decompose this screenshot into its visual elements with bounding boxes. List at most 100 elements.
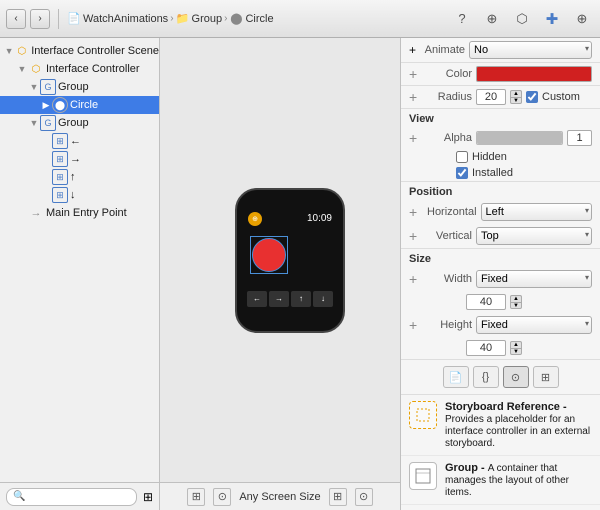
grid-view-icon[interactable]: ⊞	[187, 488, 205, 506]
back-button[interactable]: ‹	[6, 9, 26, 29]
forward-button[interactable]: ›	[30, 9, 50, 29]
width-select[interactable]: FixedRelative	[476, 270, 592, 288]
vert-select-wrapper[interactable]: TopCenterBottom ▾	[476, 227, 592, 245]
tree-item-arr4[interactable]: ⊞ ↓	[0, 186, 159, 204]
circle-view-icon2[interactable]: ⊙	[355, 488, 373, 506]
watch-btn-right[interactable]: →	[269, 291, 289, 307]
hidden-row: Hidden	[401, 149, 600, 165]
plus-button[interactable]: ✚	[540, 7, 564, 31]
folder-icon: 📁	[176, 12, 190, 26]
screen-size-label: Any Screen Size	[239, 491, 320, 503]
color-label: Color	[427, 68, 472, 80]
animate-select-wrapper[interactable]: No Yes ▾	[469, 41, 592, 59]
toolbar-right: ? ⊕ ⬡ ✚ ⊕	[450, 7, 594, 31]
height-plus[interactable]: +	[409, 318, 423, 332]
animate-section: + Animate No Yes ▾	[401, 38, 600, 63]
size-title: Size	[401, 249, 600, 267]
canvas-area[interactable]: Main → ⊕ 10:09	[160, 38, 400, 482]
animate-plus[interactable]: +	[409, 43, 416, 57]
installed-checkbox[interactable]	[456, 167, 468, 179]
color-swatch[interactable]	[476, 66, 592, 82]
width-row: + Width FixedRelative ▾	[401, 267, 600, 291]
radius-row: + Radius ▲ ▼ Custom	[401, 86, 600, 108]
vert-select[interactable]: TopCenterBottom	[476, 227, 592, 245]
watch-btn-up[interactable]: ↑	[291, 291, 311, 307]
alpha-plus[interactable]: +	[409, 131, 423, 145]
breadcrumb-item-group[interactable]: 📁 Group	[176, 12, 223, 26]
tree-item-arr1[interactable]: ⊞ ←	[0, 132, 159, 150]
sep2: ›	[224, 13, 227, 24]
group1-icon: G	[40, 79, 56, 95]
tree-item-scene[interactable]: ▼ ⬡ Interface Controller Scene	[0, 42, 159, 60]
radius-custom-checkbox[interactable]	[526, 91, 538, 103]
group-comp-icon	[409, 462, 437, 490]
group2-icon: G	[40, 115, 56, 131]
width-select-wrapper[interactable]: FixedRelative ▾	[476, 270, 592, 288]
help-button[interactable]: ?	[450, 7, 474, 31]
hidden-checkbox[interactable]	[456, 151, 468, 163]
circle-plus-button[interactable]: ⊕	[570, 7, 594, 31]
color-plus[interactable]: +	[409, 67, 423, 81]
tree-item-main-entry[interactable]: → Main Entry Point	[0, 204, 159, 222]
hidden-label: Hidden	[472, 151, 507, 163]
height-select-wrapper[interactable]: FixedRelative ▾	[476, 316, 592, 334]
breadcrumb-item-circle[interactable]: ⬤ Circle	[229, 12, 273, 26]
radius-plus[interactable]: +	[409, 90, 423, 104]
radius-stepper-down[interactable]: ▼	[510, 97, 522, 104]
animate-select[interactable]: No Yes	[469, 41, 592, 59]
watch-btn-left[interactable]: ←	[247, 291, 267, 307]
height-stepper-down[interactable]: ▼	[510, 348, 522, 355]
alpha-input[interactable]	[567, 130, 592, 146]
tree-item-circle[interactable]: ▶ ⬤ Circle	[0, 96, 159, 114]
horiz-select[interactable]: LeftCenterRight	[481, 203, 592, 221]
position-section: Position + Horizontal LeftCenterRight ▾ …	[401, 182, 600, 249]
height-num-row: ▲ ▼	[401, 337, 600, 359]
radius-section: + Radius ▲ ▼ Custom	[401, 86, 600, 109]
breadcrumb-item-watchanimations[interactable]: 📄 WatchAnimations	[67, 12, 168, 26]
component-storyboard-ref[interactable]: Storyboard Reference - Provides a placeh…	[401, 395, 600, 456]
view-toggle[interactable]: ⊞	[143, 490, 153, 504]
horiz-plus[interactable]: +	[409, 205, 423, 219]
height-stepper-up[interactable]: ▲	[510, 341, 522, 348]
horiz-select-wrapper[interactable]: LeftCenterRight ▾	[481, 203, 592, 221]
component-table[interactable]: Table - Displays one or more rows of dat…	[401, 505, 600, 510]
height-select[interactable]: FixedRelative	[476, 316, 592, 334]
component-group[interactable]: Group - A container that manages the lay…	[401, 456, 600, 505]
add-button[interactable]: ⊕	[480, 7, 504, 31]
installed-label: Installed	[472, 167, 513, 179]
watch-buttons: ← → ↑ ↓	[242, 287, 338, 311]
width-plus[interactable]: +	[409, 272, 423, 286]
width-stepper-up[interactable]: ▲	[510, 295, 522, 302]
width-stepper-down[interactable]: ▼	[510, 302, 522, 309]
tab-file[interactable]: 📄	[443, 366, 469, 388]
position-title: Position	[401, 182, 600, 200]
vert-plus[interactable]: +	[409, 229, 423, 243]
tab-grid[interactable]: ⊞	[533, 366, 559, 388]
alpha-label: Alpha	[427, 132, 472, 144]
tree-item-arr2[interactable]: ⊞ →	[0, 150, 159, 168]
tab-code[interactable]: {}	[473, 366, 499, 388]
alpha-slider-track[interactable]	[476, 131, 563, 145]
expand-arrow-g2: ▼	[28, 118, 40, 128]
tree-item-arr3[interactable]: ⊞ ↑	[0, 168, 159, 186]
circle-view-icon[interactable]: ⊙	[213, 488, 231, 506]
arr3-icon: ⊞	[52, 169, 68, 185]
radius-input[interactable]	[476, 89, 506, 105]
search-bar[interactable]: 🔍	[6, 488, 137, 506]
watch-time: 10:09	[307, 213, 332, 224]
tree-item-interface-controller[interactable]: ▼ ⬡ Interface Controller	[0, 60, 159, 78]
installed-row: Installed	[401, 165, 600, 181]
horiz-label: Horizontal	[427, 206, 477, 218]
height-label: Height	[427, 319, 472, 331]
radius-stepper-up[interactable]: ▲	[510, 90, 522, 97]
arr1-icon: ⊞	[52, 133, 68, 149]
watch-btn-down[interactable]: ↓	[313, 291, 333, 307]
share-button[interactable]: ⬡	[510, 7, 534, 31]
height-input[interactable]	[466, 340, 506, 356]
tree-item-group2[interactable]: ▼ G Group	[0, 114, 159, 132]
tree-item-group1[interactable]: ▼ G Group	[0, 78, 159, 96]
tab-circle[interactable]: ⊙	[503, 366, 529, 388]
width-input[interactable]	[466, 294, 506, 310]
grid-view-icon2[interactable]: ⊞	[329, 488, 347, 506]
group-comp-title: Group - A container that manages the lay…	[445, 462, 592, 498]
